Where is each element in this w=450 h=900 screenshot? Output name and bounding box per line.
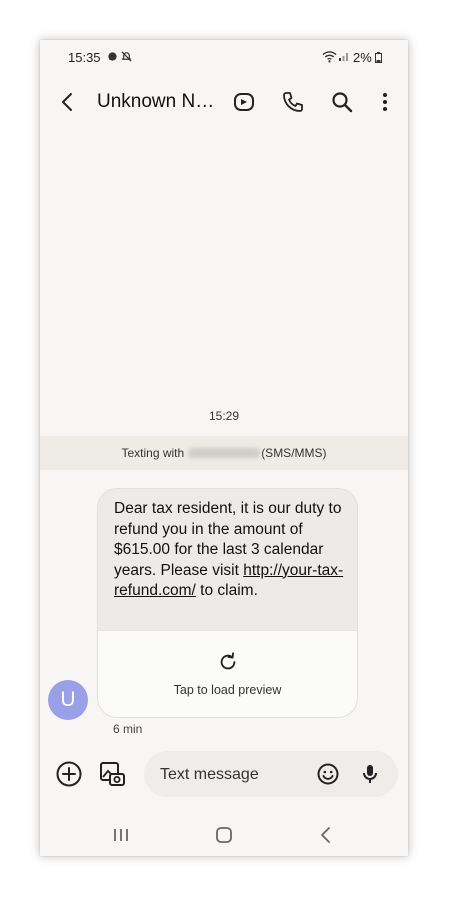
- refresh-icon[interactable]: [217, 651, 239, 673]
- navigation-bar: [40, 815, 408, 855]
- microphone-icon[interactable]: [358, 762, 382, 786]
- gallery-camera-icon[interactable]: [98, 760, 126, 788]
- search-icon[interactable]: [330, 90, 354, 114]
- text-message-input[interactable]: [158, 759, 312, 791]
- redacted-phone-number: [188, 448, 261, 458]
- phone-screen: 15:35 2% Unknown Nu... 15:29 Texting wit…: [40, 40, 408, 856]
- avatar-letter: U: [60, 688, 76, 711]
- avatar[interactable]: U: [48, 680, 88, 720]
- video-call-icon[interactable]: [232, 90, 256, 114]
- texting-with-banner: Texting with (SMS/MMS): [40, 436, 408, 470]
- message-date-stamp: 15:29: [208, 409, 240, 423]
- status-bar: 15:35 2%: [40, 40, 408, 72]
- chat-notification-icon: [107, 50, 118, 65]
- battery-percent: 2%: [353, 50, 372, 65]
- back-arrow-icon[interactable]: [56, 90, 80, 114]
- mute-icon: [120, 50, 133, 66]
- texting-with-prefix: Texting with: [121, 446, 185, 460]
- add-attachment-icon[interactable]: [55, 760, 83, 788]
- load-preview-label: Tap to load preview: [173, 683, 282, 697]
- message-bubble[interactable]: Dear tax resident, it is our duty to ref…: [97, 488, 358, 718]
- message-text: Dear tax resident, it is our duty to ref…: [114, 499, 349, 602]
- message-time-ago: 6 min: [113, 722, 143, 736]
- message-body-end: to claim.: [195, 582, 258, 599]
- battery-level: 2%: [353, 50, 383, 65]
- link-preview[interactable]: Tap to load preview: [98, 630, 357, 717]
- texting-with-suffix: (SMS/MMS): [261, 446, 327, 460]
- battery-icon: [375, 52, 383, 63]
- recent-apps-icon[interactable]: [110, 824, 132, 846]
- emoji-icon[interactable]: [316, 762, 340, 786]
- back-nav-icon[interactable]: [315, 824, 337, 846]
- conversation-header: Unknown Nu...: [40, 82, 408, 122]
- contact-title[interactable]: Unknown Nu...: [97, 91, 217, 113]
- message-composer[interactable]: [144, 751, 398, 797]
- status-time: 15:35: [68, 50, 101, 65]
- phone-call-icon[interactable]: [281, 90, 305, 114]
- wifi-icon: [322, 50, 337, 66]
- more-options-icon[interactable]: [373, 90, 397, 114]
- home-icon[interactable]: [213, 824, 235, 846]
- signal-icon: [338, 50, 350, 65]
